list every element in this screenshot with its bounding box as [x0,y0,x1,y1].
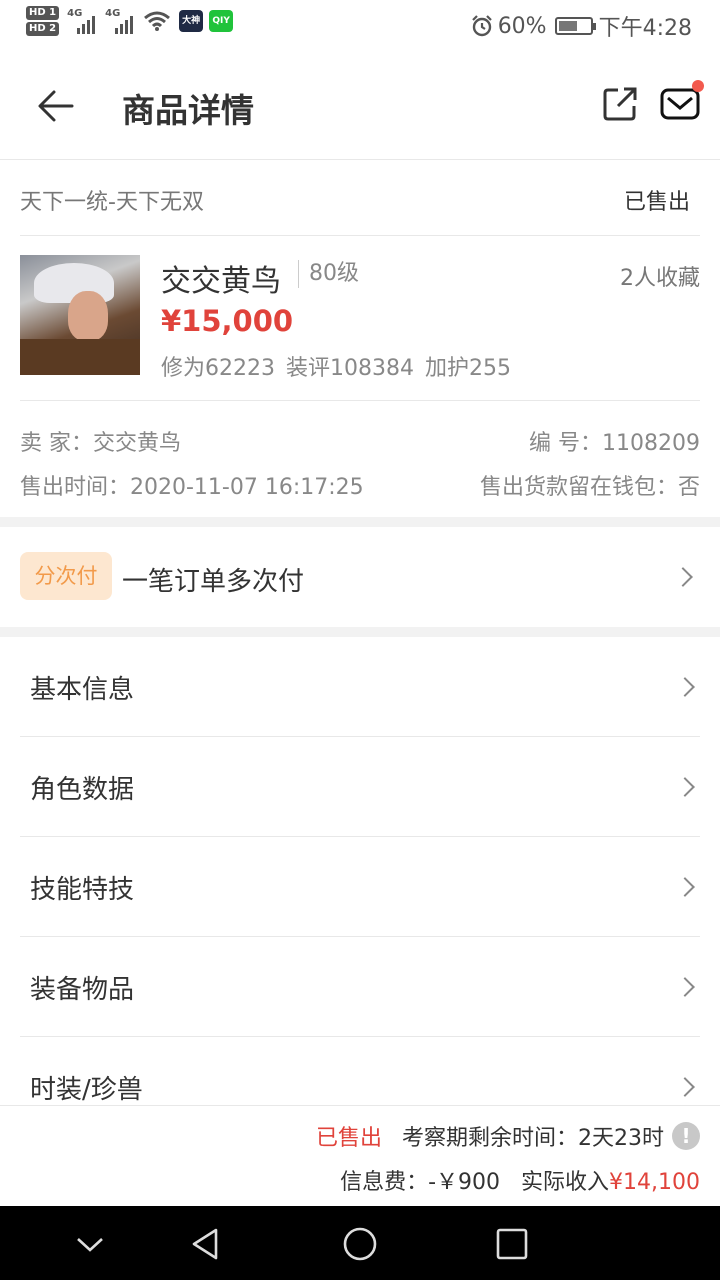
bottom-summary-bar: 已售出 考察期剩余时间：2天23时 ! 信息费：-￥900 实际收入¥14,10… [0,1105,720,1206]
favorite-count: 2人收藏 [620,266,700,291]
wifi-icon [144,11,171,31]
remaining-time: 考察期剩余时间：2天23时 [402,1126,664,1151]
status-left: HD 1 HD 2 4G 4G 大神 QIY [26,6,239,36]
chevron-right-icon [675,877,695,897]
status-right: 60% 下午4:28 [470,10,692,42]
character-stats: 修为62223 装评108384 加护255 [161,356,511,381]
chevron-right-icon [675,777,695,797]
serial-number: 编 号：1108209 [529,431,700,456]
message-icon[interactable] [660,86,700,122]
menu-item-label: 时装/珍兽 [30,1075,143,1105]
character-avatar [20,255,140,375]
character-name: 交交黄鸟 [161,264,281,299]
net1-label: 4G [67,8,83,19]
nav-home-icon[interactable] [342,1226,378,1262]
chevron-right-icon [675,677,695,697]
section-divider [0,627,720,637]
back-arrow-icon[interactable] [36,86,76,126]
signal1-icon: 4G [67,8,96,34]
nav-back-icon[interactable] [188,1226,224,1262]
hd-indicators: HD 1 HD 2 [26,6,60,36]
signal2-icon: 4G [105,8,134,34]
seller: 卖 家：交交黄鸟 [20,431,181,456]
menu-item-label: 基本信息 [30,675,135,705]
price: ¥15,000 [161,304,294,338]
summary-line-2: 信息费：-￥900 实际收入¥14,100 [340,1164,700,1196]
info-alert-icon[interactable]: ! [672,1122,700,1150]
iqiyi-app-icon: QIY [209,10,234,32]
sale-status: 已售出 [623,190,690,215]
net2-label: 4G [105,8,121,19]
chevron-right-icon [675,977,695,997]
hd2-badge: HD 2 [26,22,60,36]
page-title: 商品详情 [122,91,254,130]
alarm-icon [471,15,492,37]
menu-item-equipment[interactable]: 装备物品 [20,937,700,1037]
app-header: 商品详情 [0,50,720,160]
sold-time: 售出时间：2020-11-07 16:17:25 [20,475,364,500]
battery-icon [554,17,596,35]
sale-info: 卖 家：交交黄鸟 编 号：1108209 售出时间：2020-11-07 16:… [20,401,700,517]
notification-dot [692,80,704,92]
menu-item-label: 装备物品 [30,975,135,1005]
system-nav-bar [0,1206,720,1280]
section-divider [0,517,720,527]
status-bar: HD 1 HD 2 4G 4G 大神 QIY 60% 下午4:28 [0,0,720,50]
product-card[interactable]: 交交黄鸟 80级 2人收藏 ¥15,000 修为62223 装评108384 加… [20,236,700,401]
chevron-right-icon [675,1077,695,1097]
wallet-setting: 售出货款留在钱包：否 [479,475,700,500]
clock: 下午4:28 [598,16,692,41]
installment-text: 一笔订单多次付 [122,567,305,597]
server-name: 天下一统-天下无双 [20,190,204,215]
menu-item-basic-info[interactable]: 基本信息 [20,637,700,737]
detail-menu: 基本信息 角色数据 技能特技 装备物品 时装/珍兽 [20,637,700,1137]
nav-down-icon[interactable] [72,1226,108,1262]
menu-item-label: 技能特技 [30,875,135,905]
hd1-badge: HD 1 [26,6,60,20]
battery-percent: 60% [497,13,547,39]
summary-line-1: 已售出 考察期剩余时间：2天23时 ! [316,1120,700,1152]
sold-label: 已售出 [315,1126,382,1151]
installment-row[interactable]: 分次付 一笔订单多次付 [0,527,720,627]
dashen-app-icon: 大神 [179,10,204,32]
character-level: 80级 [298,260,359,288]
menu-item-role-data[interactable]: 角色数据 [20,737,700,837]
chevron-right-icon [673,567,693,587]
nav-recents-icon[interactable] [494,1226,530,1262]
menu-item-skills[interactable]: 技能特技 [20,837,700,937]
income-label: 实际收入 [521,1170,610,1195]
installment-badge: 分次付 [20,552,112,600]
info-fee: 信息费：-￥900 [340,1170,501,1195]
share-icon[interactable] [602,86,638,122]
server-row: 天下一统-天下无双 已售出 [20,160,700,236]
income-value: ¥14,100 [609,1170,700,1195]
menu-item-label: 角色数据 [30,775,135,805]
